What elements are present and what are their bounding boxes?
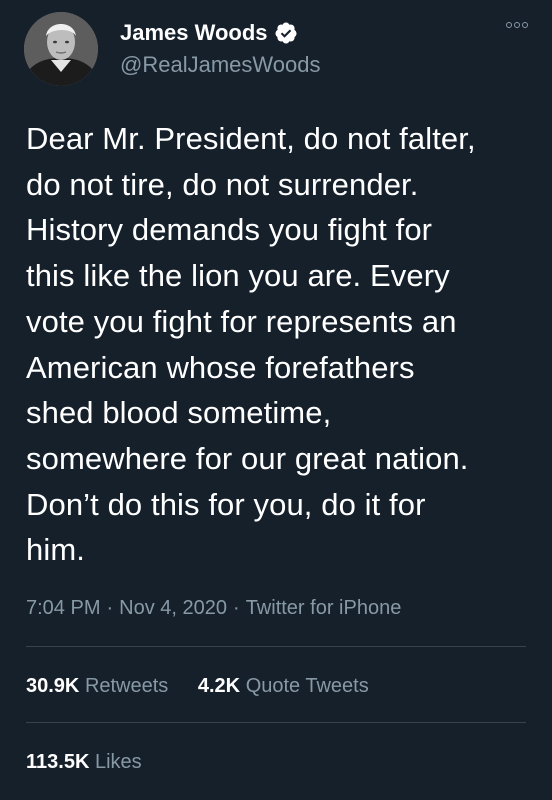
quote-tweets-count: 4.2K: [197, 675, 241, 697]
user-handle[interactable]: @RealJamesWoods: [120, 52, 320, 78]
more-dot: [514, 22, 520, 28]
likes-label: Likes: [94, 751, 142, 773]
avatar[interactable]: [24, 12, 98, 86]
likes-stats-row: 113.5K Likes: [26, 749, 142, 775]
likes-stat[interactable]: 113.5K Likes: [26, 749, 142, 775]
verified-badge-icon: [274, 21, 298, 45]
more-options-icon[interactable]: [506, 22, 528, 28]
tweet-source[interactable]: Twitter for iPhone: [246, 597, 402, 619]
meta-separator: ·: [106, 597, 114, 619]
tweet-date[interactable]: Nov 4, 2020: [119, 597, 227, 619]
display-name-row: James Woods: [120, 20, 298, 46]
meta-separator: ·: [233, 597, 240, 619]
quote-tweets-label: Quote Tweets: [245, 675, 369, 697]
divider: [26, 646, 526, 647]
avatar-portrait-icon: [24, 12, 98, 86]
retweets-label: Retweets: [84, 675, 169, 697]
more-dot: [506, 22, 512, 28]
more-dot: [522, 22, 528, 28]
tweet-metadata: 7:04 PM · Nov 4, 2020 · Twitter for iPhone: [26, 595, 401, 621]
retweets-count: 30.9K: [26, 675, 80, 697]
engagement-stats-row: 30.9K Retweets 4.2K Quote Tweets: [26, 673, 369, 699]
divider: [26, 722, 526, 723]
retweets-stat[interactable]: 30.9K Retweets: [26, 673, 168, 699]
quote-tweets-stat[interactable]: 4.2K Quote Tweets: [198, 673, 369, 699]
tweet-header: James Woods @RealJamesWoods: [24, 12, 534, 90]
display-name[interactable]: James Woods: [120, 20, 268, 46]
tweet-time[interactable]: 7:04 PM: [26, 597, 100, 619]
likes-count: 113.5K: [26, 751, 90, 773]
tweet-text: Dear Mr. President, do not falter, do no…: [26, 121, 476, 568]
